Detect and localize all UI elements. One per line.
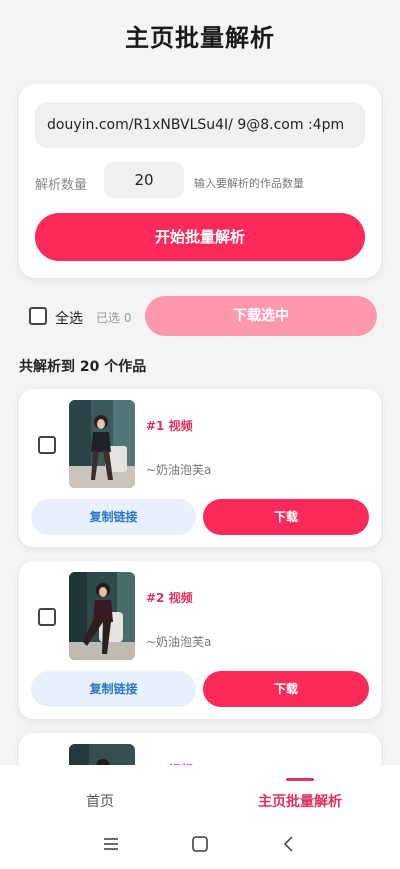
copy-link-button[interactable]: 复制链接 bbox=[31, 499, 196, 535]
download-button[interactable]: 下载 bbox=[203, 671, 369, 707]
app-screen: 主页批量解析 douyin.com/R1xNBVLSu4I/ 9@8.com :… bbox=[0, 0, 400, 869]
item-number-type: #2 视频 bbox=[146, 591, 193, 605]
item-number-type: #1 视频 bbox=[146, 419, 193, 433]
video-thumbnail[interactable] bbox=[69, 572, 135, 660]
tab-home[interactable]: 首页 bbox=[0, 791, 200, 811]
item-author: ~奶油泡芙a bbox=[146, 463, 212, 477]
input-panel: douyin.com/R1xNBVLSu4I/ 9@8.com :4pm 解析数… bbox=[19, 84, 381, 278]
copy-link-button[interactable]: 复制链接 bbox=[31, 671, 196, 707]
download-button[interactable]: 下载 bbox=[203, 499, 369, 535]
selection-row: 全选 已选 0 下载选中 bbox=[19, 296, 381, 336]
count-input[interactable]: 20 bbox=[104, 162, 184, 198]
page-title: 主页批量解析 bbox=[125, 24, 275, 52]
back-chevron-icon[interactable] bbox=[280, 835, 298, 857]
system-navigation-bar bbox=[0, 835, 400, 869]
result-card: #2 视频 ~奶油泡芙a 复制链接 下载 bbox=[19, 561, 381, 719]
result-summary: 共解析到 20 个作品 bbox=[19, 359, 147, 375]
count-hint: 输入要解析的作品数量 bbox=[194, 177, 304, 190]
tab-batch-parse[interactable]: 主页批量解析 bbox=[200, 791, 400, 811]
item-checkbox[interactable] bbox=[38, 436, 56, 454]
start-batch-parse-button[interactable]: 开始批量解析 bbox=[35, 213, 365, 261]
selected-count: 已选 0 bbox=[96, 311, 132, 325]
url-input-value: douyin.com/R1xNBVLSu4I/ 9@8.com :4pm bbox=[47, 117, 345, 133]
menu-icon[interactable] bbox=[102, 835, 120, 857]
download-selected-button[interactable]: 下载选中 bbox=[145, 296, 377, 336]
item-checkbox[interactable] bbox=[38, 608, 56, 626]
video-thumbnail[interactable] bbox=[69, 400, 135, 488]
home-square-icon[interactable] bbox=[191, 835, 209, 857]
item-author: ~奶油泡芙a bbox=[146, 635, 212, 649]
select-all-label[interactable]: 全选 bbox=[55, 308, 83, 328]
url-input[interactable]: douyin.com/R1xNBVLSu4I/ 9@8.com :4pm bbox=[35, 102, 365, 148]
active-tab-indicator bbox=[286, 778, 314, 781]
bottom-navigation: 首页 主页批量解析 bbox=[0, 765, 400, 869]
select-all-checkbox[interactable] bbox=[29, 307, 47, 325]
count-label: 解析数量 bbox=[35, 178, 88, 193]
result-card: #1 视频 ~奶油泡芙a 复制链接 下载 bbox=[19, 389, 381, 547]
